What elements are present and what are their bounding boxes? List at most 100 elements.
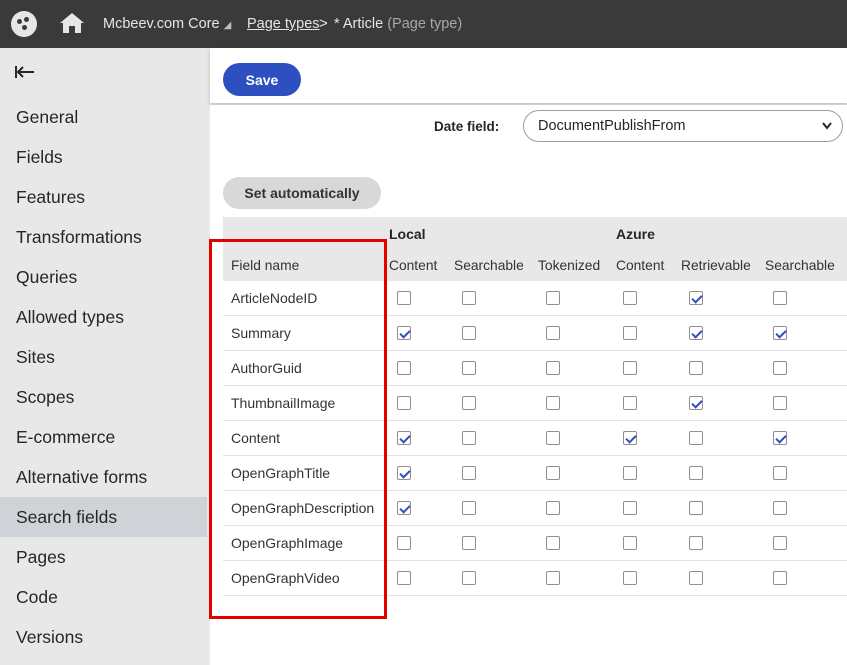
checkbox-local-searchable[interactable]	[462, 291, 476, 305]
sidebar-item-features[interactable]: Features	[0, 177, 207, 217]
checkbox-local-content[interactable]	[397, 326, 411, 340]
checkbox-azure-content[interactable]	[623, 396, 637, 410]
date-field-select[interactable]: DocumentPublishFrom	[523, 110, 843, 142]
checkbox-azure-retrievable[interactable]	[689, 361, 703, 375]
sidebar-item-general[interactable]: General	[0, 97, 207, 137]
checkbox-azure-searchable[interactable]	[773, 431, 787, 445]
sidebar-item-scopes[interactable]: Scopes	[0, 377, 207, 417]
checkbox-local-content[interactable]	[397, 361, 411, 375]
table-row: OpenGraphImage	[223, 526, 847, 561]
checkbox-azure-retrievable[interactable]	[689, 396, 703, 410]
checkbox-local-tokenized[interactable]	[546, 431, 560, 445]
checkbox-local-searchable[interactable]	[462, 396, 476, 410]
checkbox-local-tokenized[interactable]	[546, 396, 560, 410]
back-arrow-icon[interactable]	[12, 62, 36, 82]
checkbox-local-tokenized[interactable]	[546, 361, 560, 375]
checkbox-azure-searchable[interactable]	[773, 466, 787, 480]
checkbox-local-content[interactable]	[397, 396, 411, 410]
group-local-header: Local	[389, 226, 426, 242]
checkbox-local-searchable[interactable]	[462, 501, 476, 515]
checkbox-azure-searchable[interactable]	[773, 326, 787, 340]
checkbox-azure-retrievable[interactable]	[689, 431, 703, 445]
breadcrumb-separator: >	[319, 15, 328, 32]
column-header-azure-searchable: Searchable	[765, 258, 835, 273]
checkbox-local-searchable[interactable]	[462, 536, 476, 550]
sidebar-item-sites[interactable]: Sites	[0, 337, 207, 377]
checkbox-azure-content[interactable]	[623, 361, 637, 375]
checkbox-local-tokenized[interactable]	[546, 571, 560, 585]
table-header: Local Azure Field name Content Searchable…	[223, 217, 847, 281]
breadcrumb-page-types[interactable]: Page types	[247, 16, 320, 32]
checkbox-azure-searchable[interactable]	[773, 291, 787, 305]
sidebar-item-allowed-types[interactable]: Allowed types	[0, 297, 207, 337]
checkbox-azure-content[interactable]	[623, 291, 637, 305]
checkbox-local-content[interactable]	[397, 571, 411, 585]
sidebar-item-queries[interactable]: Queries	[0, 257, 207, 297]
set-automatically-button[interactable]: Set automatically	[223, 177, 381, 209]
save-button[interactable]: Save	[223, 63, 301, 96]
table-row: OpenGraphTitle	[223, 456, 847, 491]
checkbox-local-tokenized[interactable]	[546, 326, 560, 340]
checkbox-local-tokenized[interactable]	[546, 466, 560, 480]
column-header-azure-content: Content	[616, 258, 665, 273]
checkbox-azure-content[interactable]	[623, 431, 637, 445]
sidebar-item-code[interactable]: Code	[0, 577, 207, 617]
sidebar-item-versions[interactable]: Versions	[0, 617, 207, 657]
sidebar: General Fields Features Transformations Quer…	[0, 48, 207, 665]
checkbox-azure-searchable[interactable]	[773, 536, 787, 550]
checkbox-azure-retrievable[interactable]	[689, 571, 703, 585]
checkbox-azure-content[interactable]	[623, 501, 637, 515]
checkbox-local-searchable[interactable]	[462, 326, 476, 340]
column-header-local-tokenized: Tokenized	[538, 258, 601, 273]
checkbox-local-searchable[interactable]	[462, 361, 476, 375]
checkbox-azure-searchable[interactable]	[773, 501, 787, 515]
action-bar: Save	[210, 48, 847, 103]
home-icon[interactable]	[59, 11, 85, 40]
checkbox-azure-content[interactable]	[623, 536, 637, 550]
checkbox-local-searchable[interactable]	[462, 571, 476, 585]
checkbox-azure-content[interactable]	[623, 571, 637, 585]
checkbox-azure-content[interactable]	[623, 326, 637, 340]
field-name-header: Field name	[231, 258, 300, 273]
checkbox-azure-retrievable[interactable]	[689, 536, 703, 550]
checkbox-azure-retrievable[interactable]	[689, 291, 703, 305]
field-name-cell: AuthorGuid	[231, 360, 302, 376]
checkbox-azure-retrievable[interactable]	[689, 501, 703, 515]
checkbox-local-searchable[interactable]	[462, 431, 476, 445]
field-name-cell: OpenGraphDescription	[231, 500, 375, 516]
date-field-label: Date field:	[434, 119, 500, 134]
table-row: ArticleNodeID	[223, 281, 847, 316]
checkbox-local-tokenized[interactable]	[546, 536, 560, 550]
checkbox-azure-searchable[interactable]	[773, 361, 787, 375]
checkbox-local-content[interactable]	[397, 291, 411, 305]
sidebar-menu: General Fields Features Transformations Quer…	[0, 97, 207, 657]
table-row: AuthorGuid	[223, 351, 847, 386]
checkbox-local-tokenized[interactable]	[546, 291, 560, 305]
checkbox-azure-searchable[interactable]	[773, 571, 787, 585]
checkbox-azure-retrievable[interactable]	[689, 326, 703, 340]
sidebar-item-e-commerce[interactable]: E-commerce	[0, 417, 207, 457]
breadcrumb-current-type: (Page type)	[387, 16, 463, 32]
sidebar-item-fields[interactable]: Fields	[0, 137, 207, 177]
table-row: ThumbnailImage	[223, 386, 847, 421]
column-header-local-searchable: Searchable	[454, 258, 524, 273]
sidebar-item-transformations[interactable]: Transformations	[0, 217, 207, 257]
sidebar-item-pages[interactable]: Pages	[0, 537, 207, 577]
table-row: OpenGraphDescription	[223, 491, 847, 526]
checkbox-local-content[interactable]	[397, 431, 411, 445]
checkbox-local-tokenized[interactable]	[546, 501, 560, 515]
checkbox-azure-retrievable[interactable]	[689, 466, 703, 480]
sidebar-item-alternative-forms[interactable]: Alternative forms	[0, 457, 207, 497]
checkbox-azure-content[interactable]	[623, 466, 637, 480]
app-logo-icon[interactable]	[11, 11, 37, 37]
checkbox-local-content[interactable]	[397, 501, 411, 515]
checkbox-local-searchable[interactable]	[462, 466, 476, 480]
column-header-azure-retrievable: Retrievable	[681, 258, 751, 273]
checkbox-local-content[interactable]	[397, 466, 411, 480]
checkbox-local-content[interactable]	[397, 536, 411, 550]
breadcrumb-current: * Article (Page type)	[334, 16, 462, 32]
site-selector[interactable]: Mcbeev.com Core ◢	[103, 16, 231, 32]
sidebar-item-search-fields[interactable]: Search fields	[0, 497, 207, 537]
content-panel: Date field: DocumentPublishFrom Set auto…	[210, 105, 847, 665]
checkbox-azure-searchable[interactable]	[773, 396, 787, 410]
